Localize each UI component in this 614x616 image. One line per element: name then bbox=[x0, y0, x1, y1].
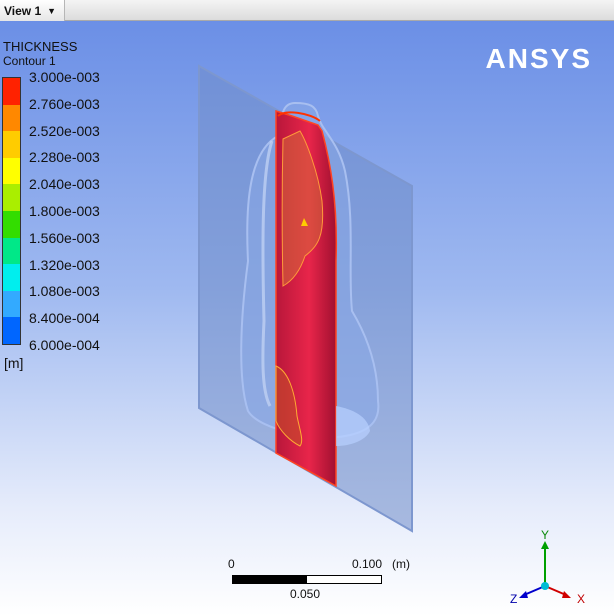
chevron-down-icon[interactable]: ▼ bbox=[47, 6, 56, 16]
scale-end-label: 0.100 bbox=[352, 557, 383, 571]
triad-origin bbox=[541, 582, 549, 590]
scale-start-label: 0 bbox=[228, 557, 235, 571]
axis-triad[interactable]: Y X Z bbox=[500, 509, 600, 609]
axis-y-label: Y bbox=[541, 528, 549, 542]
view-tab-bar: View 1 ▼ bbox=[0, 0, 614, 21]
scale-unit-label: (m) bbox=[392, 557, 410, 571]
tab-label: View 1 bbox=[4, 3, 42, 18]
scale-mid-label: 0.050 bbox=[290, 587, 321, 601]
axis-z-label: Z bbox=[510, 592, 517, 606]
graphics-viewport[interactable]: THICKNESS Contour 1 3.000e-003 2.760e-003… bbox=[0, 21, 614, 616]
axis-x-label: X bbox=[577, 592, 585, 606]
tab-view-1[interactable]: View 1 ▼ bbox=[0, 0, 66, 21]
scale-ruler bbox=[232, 575, 382, 584]
